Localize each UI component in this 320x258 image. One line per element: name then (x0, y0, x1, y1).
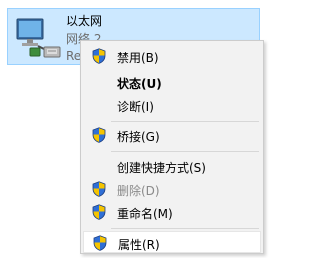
context-menu: 禁用(B) 状态(U) 诊断(I) 桥接(G) 创建快捷方式(S) 删除(D) … (80, 40, 264, 254)
menu-item-diagnose[interactable]: 诊断(I) (83, 94, 261, 116)
menu-item-label: 创建快捷方式(S) (117, 161, 206, 175)
menu-item-properties[interactable]: 属性(R) (83, 231, 261, 253)
menu-item-label: 删除(D) (117, 184, 160, 198)
menu-item-label: 重命名(M) (117, 207, 173, 221)
menu-item-label: 诊断(I) (117, 100, 154, 114)
menu-item-create-shortcut[interactable]: 创建快捷方式(S) (83, 155, 261, 177)
desktop-window: 以太网 网络 2 Re 禁用(B) 状态(U) 诊断(I) 桥接(G) 创建快捷… (0, 0, 280, 258)
shield-icon (92, 127, 106, 143)
menu-separator (111, 151, 259, 152)
menu-item-label: 禁用(B) (117, 51, 159, 65)
menu-item-label: 状态(U) (117, 77, 162, 91)
shield-icon (92, 181, 106, 197)
shield-icon (92, 204, 106, 220)
menu-item-bridge[interactable]: 桥接(G) (83, 124, 261, 146)
menu-separator (111, 228, 259, 229)
menu-separator (111, 121, 259, 122)
menu-item-delete[interactable]: 删除(D) (83, 178, 261, 200)
shield-icon (92, 48, 106, 64)
adapter-name: 以太网 (66, 14, 103, 28)
menu-item-disable[interactable]: 禁用(B) (83, 45, 261, 67)
network-adapter-icon (16, 18, 61, 58)
menu-item-label: 属性(R) (118, 238, 160, 252)
menu-item-status[interactable]: 状态(U) (83, 71, 261, 93)
shield-icon (93, 235, 107, 251)
menu-item-label: 桥接(G) (117, 130, 160, 144)
menu-item-rename[interactable]: 重命名(M) (83, 201, 261, 223)
